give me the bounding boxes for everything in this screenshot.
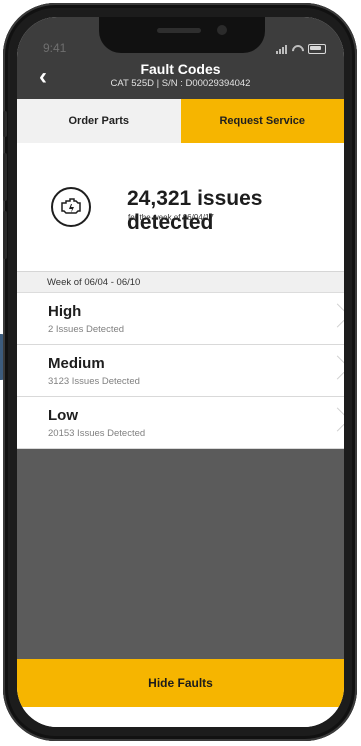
empty-area — [17, 449, 344, 659]
page-subtitle: CAT 525D | S/N : D00029394042 — [110, 78, 251, 89]
week-of-label: for the week of 06/04/17 — [128, 213, 214, 222]
home-indicator-area — [17, 707, 344, 727]
front-camera — [217, 25, 227, 35]
issues-summary: 24,321 issues detected for the week of 0… — [17, 143, 344, 271]
request-service-button[interactable]: Request Service — [180, 99, 344, 143]
week-header: Week of 06/04 - 06/10 — [17, 271, 344, 293]
device-notch — [99, 17, 265, 53]
issue-count: 2 Issues Detected — [48, 324, 125, 335]
order-parts-button[interactable]: Order Parts — [17, 99, 181, 143]
issues-count: 24,321 issues detected — [127, 187, 263, 234]
app-screen: 9:41 ‹ Fault Codes CAT 525D | S/N : D000… — [17, 17, 344, 727]
week-range: Week of 06/04 - 06/10 — [47, 277, 141, 288]
chevron-right-icon — [325, 355, 344, 380]
issue-label: Low — [48, 407, 78, 424]
signal-icon — [276, 44, 288, 54]
issue-label: Medium — [48, 355, 105, 372]
issue-list: High 2 Issues Detected Medium 3123 Issue… — [17, 293, 344, 449]
volume-down-button — [3, 211, 7, 259]
app-header: 9:41 ‹ Fault Codes CAT 525D | S/N : D000… — [17, 17, 344, 99]
battery-icon — [308, 44, 326, 54]
status-indicators — [276, 43, 326, 55]
action-tabs: Order Parts Request Service — [17, 99, 344, 143]
wifi-icon — [292, 45, 304, 54]
issue-row-high[interactable]: High 2 Issues Detected — [17, 293, 344, 345]
issue-count: 3123 Issues Detected — [48, 376, 140, 387]
issue-label: High — [48, 303, 82, 320]
chevron-right-icon — [325, 407, 344, 432]
issue-row-medium[interactable]: Medium 3123 Issues Detected — [17, 345, 344, 397]
hide-faults-button[interactable]: Hide Faults — [17, 659, 344, 707]
mute-switch — [3, 111, 7, 137]
issue-row-low[interactable]: Low 20153 Issues Detected — [17, 397, 344, 449]
phone-frame: 9:41 ‹ Fault Codes CAT 525D | S/N : D000… — [3, 3, 357, 741]
page-title: Fault Codes — [140, 61, 221, 77]
volume-up-button — [3, 153, 7, 201]
speaker-grille — [157, 28, 201, 33]
chevron-right-icon — [325, 303, 344, 328]
status-time: 9:41 — [43, 41, 67, 55]
engine-warning-icon — [51, 187, 91, 227]
issue-count: 20153 Issues Detected — [48, 428, 146, 439]
